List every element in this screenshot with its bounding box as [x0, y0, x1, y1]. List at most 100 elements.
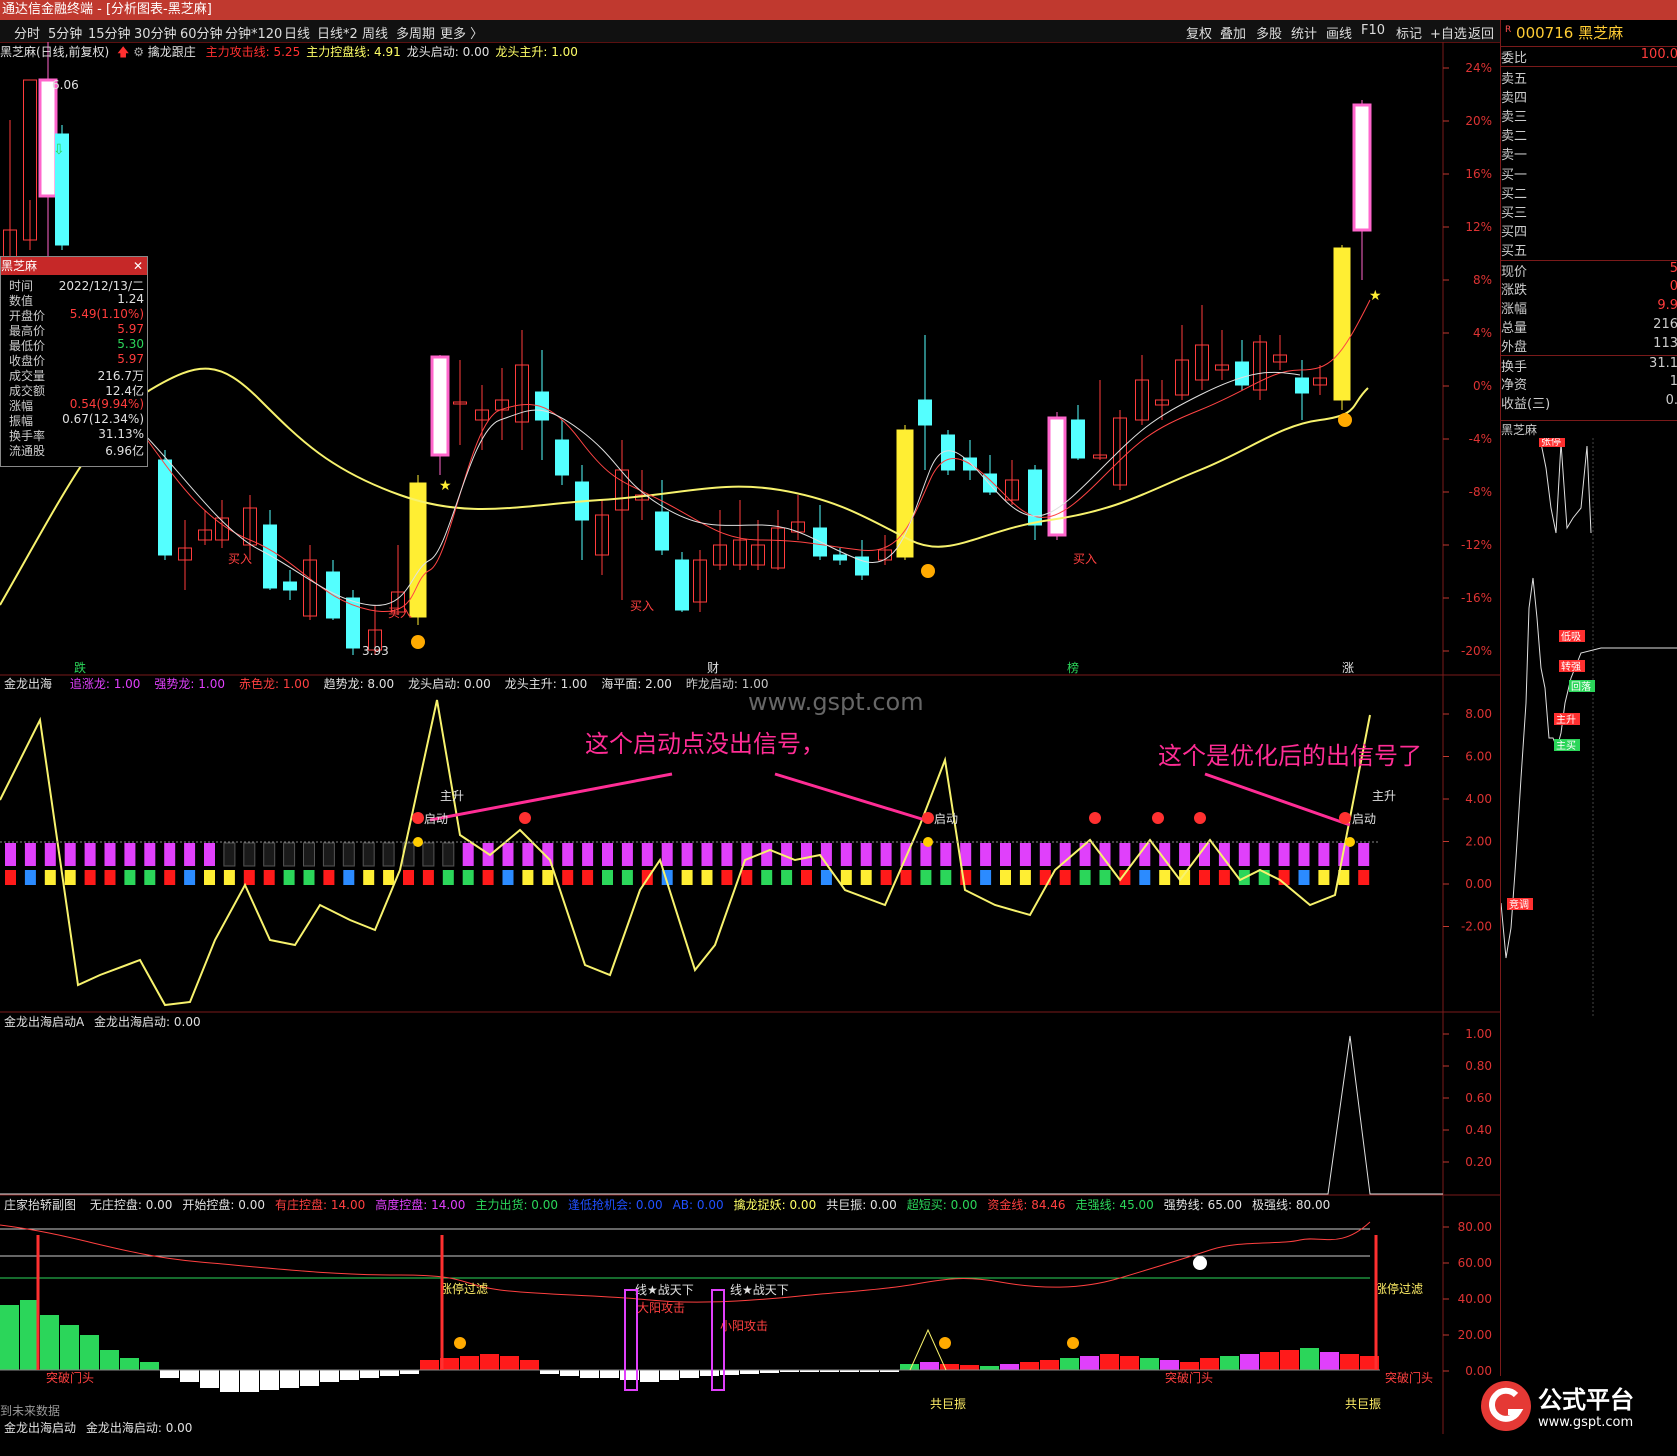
band-bar-top — [621, 843, 633, 866]
pane4-study-name[interactable]: 庄家抬轿副图 — [4, 1198, 76, 1212]
menu-30min[interactable]: 30分钟 — [134, 23, 177, 42]
histogram-bar — [1320, 1352, 1339, 1370]
histogram-bar — [180, 1370, 199, 1382]
main-header-value: 主力控盘线: 4.91 — [306, 45, 401, 59]
band-bar-top — [104, 843, 116, 866]
histogram-bar — [320, 1370, 339, 1382]
btn-f10[interactable]: F10 — [1361, 23, 1385, 38]
band-bar-top — [602, 843, 613, 866]
menu-multi-period[interactable]: 多周期 — [396, 23, 435, 42]
btn-overlay[interactable]: 叠加 — [1220, 23, 1246, 42]
quote-stat: 涨幅 9.9 — [1501, 298, 1677, 317]
mini-top-line — [1540, 442, 1592, 534]
band-bar-top — [44, 843, 56, 866]
band-bar-top — [1318, 843, 1330, 866]
menu-min120[interactable]: 分钟*120 — [225, 23, 282, 42]
histogram-bar — [380, 1370, 399, 1376]
axis-label: 20% — [1465, 114, 1492, 128]
pane2-y-axis: 8.00 6.00 4.00 2.00 0.00 -2.00 — [1443, 707, 1492, 934]
histogram-bar — [80, 1335, 99, 1370]
histogram-bar — [1060, 1358, 1079, 1370]
band-bar-bottom — [781, 870, 793, 885]
quote-stat-value: 1 — [1669, 374, 1677, 389]
quote-stat-value: 5 — [1669, 261, 1677, 276]
btn-multi-stock[interactable]: 多股 — [1256, 23, 1282, 42]
war-line-label: 线★战天下 — [635, 1283, 694, 1297]
annotation-arrow — [774, 772, 926, 822]
pane4-header-value: 走强线: 45.00 — [1075, 1198, 1154, 1212]
histogram-bar — [720, 1370, 739, 1375]
menu-5min[interactable]: 5分钟 — [48, 23, 82, 42]
histogram-bar — [360, 1370, 379, 1378]
pane3-value: 金龙出海启动: 0.00 — [94, 1015, 201, 1029]
pane2-header-values: 追涨龙: 1.00 强势龙: 1.00 赤色龙: 1.00 趋势龙: 8.00 龙头启动… — [56, 677, 769, 691]
btn-stats[interactable]: 统计 — [1291, 23, 1317, 42]
menu-fenshi[interactable]: 分时 — [14, 23, 40, 42]
launch-signal-line — [0, 1035, 1443, 1195]
band-bar-bottom — [422, 870, 434, 885]
band-bar-top — [342, 842, 355, 867]
star-icon: ★ — [1369, 288, 1382, 304]
band-bar-bottom — [263, 870, 275, 885]
band-bar-bottom — [621, 870, 633, 885]
main-header-value: 龙头启动: 0.00 — [406, 45, 490, 59]
menu-15min[interactable]: 15分钟 — [88, 23, 131, 42]
band-bar-bottom — [462, 870, 474, 885]
breakout-label: 突破门头 — [46, 1370, 94, 1385]
btn-back[interactable]: 返回 — [1468, 23, 1494, 42]
start-label: 启动 — [424, 812, 448, 826]
menu-60min[interactable]: 60分钟 — [180, 23, 223, 42]
pane2-study-name[interactable]: 金龙出海 — [4, 677, 52, 691]
breakout-label: 突破门头 — [1385, 1370, 1433, 1385]
gear-icon[interactable]: ⚙ — [133, 45, 144, 59]
pane4-header-values: 无庄控盘: 0.00 开始控盘: 0.00 有庄控盘: 14.00 高度控盘: 14.… — [80, 1198, 1330, 1212]
main-chart-name: 黑芝麻(日线,前复权) — [0, 45, 110, 59]
band-bar-bottom — [542, 870, 554, 885]
menu-daily[interactable]: 日线 — [284, 23, 310, 42]
pane2-header-value: 趋势龙: 8.00 — [323, 677, 395, 691]
band-bar-top — [64, 843, 76, 866]
axis-label: 0.00 — [1465, 877, 1492, 891]
menu-more[interactable]: 更多 〉 — [440, 23, 483, 42]
band-bar-top — [1039, 843, 1051, 866]
btn-mark[interactable]: 标记 — [1396, 23, 1422, 42]
candle-body — [1235, 361, 1249, 386]
band-bar-top — [721, 843, 733, 866]
quote-stat-value: 0 — [1669, 279, 1677, 294]
histogram-bar — [500, 1356, 519, 1370]
axis-label: 8.00 — [1465, 707, 1492, 721]
candle-body — [1352, 103, 1372, 232]
candle-body — [675, 559, 689, 611]
histogram-bar — [1040, 1360, 1059, 1370]
chart-area[interactable]: 24% 20% 16% 12% 8% 4% 0% -4% -8% -12% -16% -20% 6.0… — [0, 42, 1500, 1456]
quote-stat-label: 净资 — [1501, 378, 1528, 393]
btn-fuquan[interactable]: 复权 — [1186, 23, 1212, 42]
data-window-row: 流通股 6.96亿 — [1, 442, 147, 458]
band-bar-bottom — [1159, 870, 1171, 885]
band-bar-top — [880, 843, 892, 866]
star-icon: ★ — [439, 478, 452, 494]
band-bar-bottom — [343, 870, 355, 885]
main-rise-label: 主升 — [1372, 789, 1396, 803]
btn-add-watchlist[interactable]: +自选 — [1430, 23, 1467, 42]
mini-intraday-chart[interactable]: 张停低吸转强回落主升主买竞调 — [1501, 438, 1677, 1028]
band-bar-top — [283, 842, 296, 867]
band-bar-bottom — [801, 870, 812, 885]
stock-code: 000716 — [1516, 24, 1574, 42]
histogram-bar — [1180, 1362, 1199, 1370]
band-bar-bottom — [701, 870, 713, 885]
study-name[interactable]: 擒龙跟庄 — [148, 45, 196, 59]
band-bar-top — [1258, 843, 1270, 866]
close-icon[interactable]: ✕ — [133, 257, 143, 275]
histogram-bar — [540, 1370, 559, 1374]
menu-weekly[interactable]: 周线 — [362, 23, 388, 42]
band-bar-top — [980, 843, 992, 866]
histogram-bar — [40, 1315, 59, 1370]
btn-draw[interactable]: 画线 — [1326, 23, 1352, 42]
buy-level: 买二 — [1501, 183, 1677, 202]
pane3-study-name[interactable]: 金龙出海启动A — [4, 1015, 84, 1029]
band-bar-bottom — [840, 870, 852, 885]
menu-daily2[interactable]: 日线*2 — [317, 23, 358, 42]
quote-stat: 涨跌 0 — [1501, 279, 1677, 298]
band-bar-bottom — [1318, 870, 1330, 885]
